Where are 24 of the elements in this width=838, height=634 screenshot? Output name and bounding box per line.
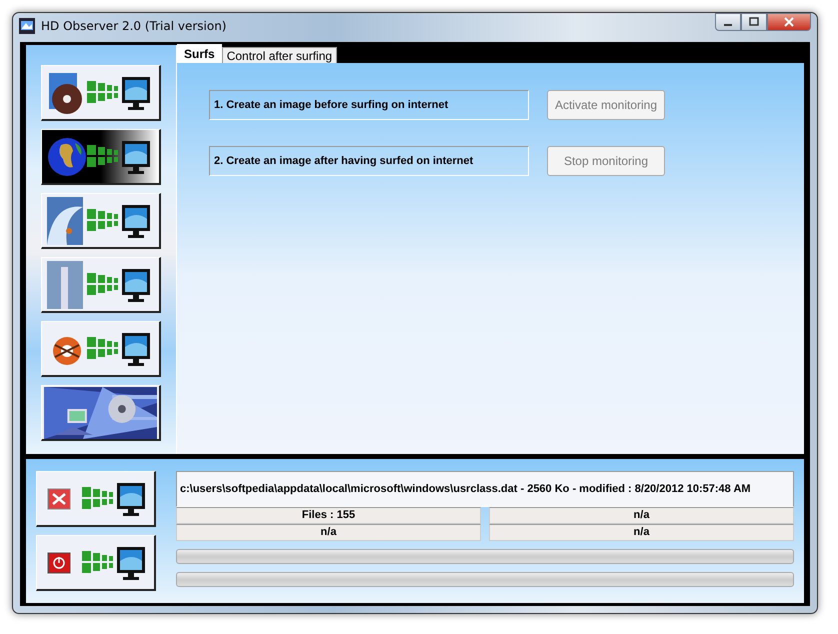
- sidebar-button[interactable]: [41, 193, 161, 249]
- close-icon: [783, 17, 795, 27]
- app-icon: [19, 18, 35, 34]
- sidebar-button[interactable]: [41, 321, 161, 377]
- tab[interactable]: Control after surfing: [222, 47, 338, 63]
- window-title: HD Observer 2.0 (Trial version): [41, 18, 226, 32]
- status-cell: n/a: [176, 524, 481, 541]
- maximize-button[interactable]: [741, 13, 767, 31]
- step-label: 2. Create an image after having surfed on internet: [209, 146, 529, 176]
- step-label: 1. Create an image before surfing on internet: [209, 90, 529, 120]
- status-cell: Files : 155: [176, 506, 481, 524]
- minimize-icon: [724, 24, 732, 26]
- sidebar-button[interactable]: [41, 129, 161, 185]
- status-cell: n/a: [489, 524, 794, 541]
- maximize-icon: [749, 17, 759, 27]
- minimize-button[interactable]: [715, 13, 741, 31]
- sidebar-button[interactable]: [36, 535, 156, 591]
- status-cell: n/a: [489, 506, 794, 524]
- sidebar-button[interactable]: [41, 65, 161, 121]
- file-info-text: c:\users\softpedia\appdata\local\microsoft\windows\usrclass.dat - 2560 Ko - modified : 8/20/2012 10:57:48 AM: [176, 471, 794, 507]
- sidebar-button[interactable]: [36, 471, 156, 527]
- close-button[interactable]: [767, 13, 811, 31]
- sidebar-button[interactable]: [41, 257, 161, 313]
- tab[interactable]: Surfs: [177, 44, 222, 63]
